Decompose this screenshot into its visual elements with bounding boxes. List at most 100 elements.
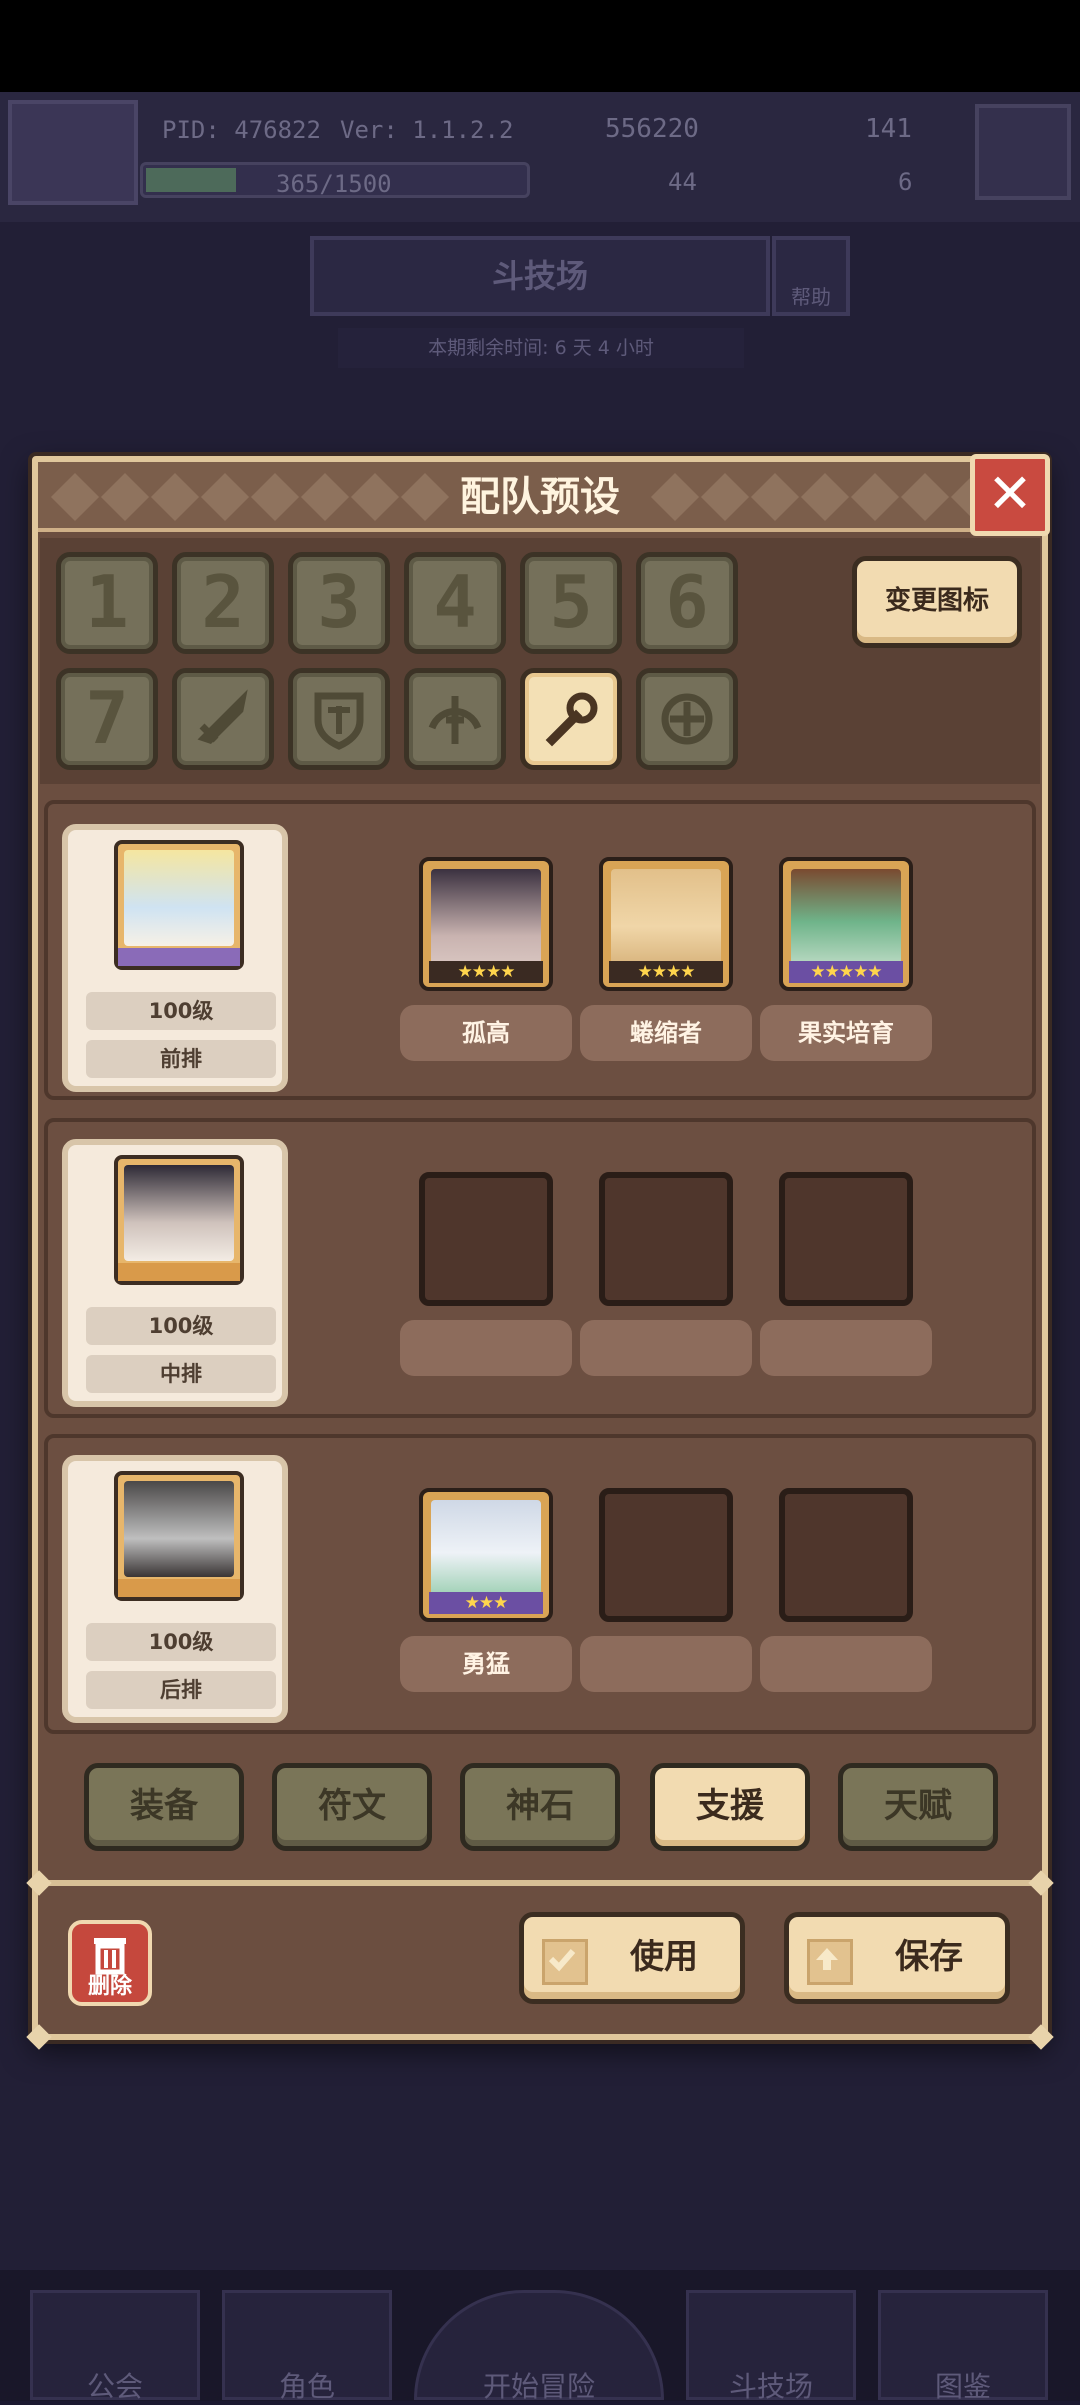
preset-slot-label: 2 [201,560,245,644]
player-id: PID: 476822 [162,116,321,144]
leader-card-back[interactable]: 100级 后排 [62,1455,288,1723]
preset-slot-label: 1 [85,560,129,644]
delete-label: 删除 [87,1974,132,1999]
exp-text: 365/1500 [276,170,392,198]
preset-slot-crossbow[interactable] [404,668,506,770]
settings-button[interactable] [975,104,1071,200]
member-stars: ★★★★ [609,961,723,983]
leader-portrait [114,1155,244,1285]
nav-arena[interactable]: 斗技场 [686,2290,856,2403]
member-card[interactable]: ★★★★★ [779,857,913,991]
member-card[interactable]: ★★★★ [419,857,553,991]
preset-slot-sword[interactable] [172,668,274,770]
footer-divider [38,1880,1042,1886]
tab-equipment[interactable]: 装备 [84,1763,244,1851]
gem-count: 141 [865,114,912,144]
member-stars: ★★★★ [429,961,543,983]
nav-codex-label: 图鉴 [934,2370,991,2403]
empty-member-slot[interactable] [599,1488,733,1622]
empty-name-pill [400,1320,572,1376]
preset-slot-2[interactable]: 2 [172,552,274,654]
leader-level: 100级 [86,1307,276,1345]
save-label: 保存 [895,1937,963,1977]
row-position-label: 后排 [86,1671,276,1709]
member-name: 蜷缩者 [580,1005,752,1061]
season-timer: 本期剩余时间: 6 天 4 小时 [338,328,744,368]
tab-label: 支援 [696,1786,764,1826]
leader-card-front[interactable]: 100级 前排 [62,824,288,1092]
nav-start-label: 开始冒险 [482,2370,595,2403]
upload-icon [807,1939,853,1985]
cross-icon [661,693,713,745]
preset-slot-wrench[interactable] [520,668,622,770]
preset-slot-1[interactable]: 1 [56,552,158,654]
empty-member-slot[interactable] [599,1172,733,1306]
help-button[interactable]: 帮助 [772,236,850,316]
empty-name-pill [760,1636,932,1692]
preset-slot-5[interactable]: 5 [520,552,622,654]
arena-title-banner: 斗技场 [310,236,770,316]
nav-character[interactable]: 角色 [222,2290,392,2403]
check-icon [542,1939,588,1985]
tab-runes[interactable]: 符文 [272,1763,432,1851]
preset-slot-label: 6 [665,560,709,644]
nav-guild-label: 公会 [86,2370,143,2403]
nav-guild[interactable]: 公会 [30,2290,200,2403]
nav-codex[interactable]: 图鉴 [878,2290,1048,2403]
empty-member-slot[interactable] [419,1172,553,1306]
member-stars: ★★★ [429,1592,543,1614]
tab-label: 神石 [506,1786,574,1826]
status-bar [0,0,1080,92]
member-name: 勇猛 [400,1636,572,1692]
tab-label: 符文 [318,1786,386,1826]
nav-character-label: 角色 [278,2370,335,2403]
tab-talent[interactable]: 天赋 [838,1763,998,1851]
tab-support[interactable]: 支援 [650,1763,810,1851]
preset-slot-label: 3 [317,560,361,644]
sword-icon [197,689,248,745]
help-label: 帮助 [791,285,831,309]
arena-title: 斗技场 [491,257,588,295]
change-icon-label: 变更图标 [884,586,989,616]
gold-count: 556220 [605,114,699,144]
crossbow-icon [428,696,482,744]
row-position-label: 前排 [86,1040,276,1078]
preset-slot-6[interactable]: 6 [636,552,738,654]
preset-slot-3[interactable]: 3 [288,552,390,654]
save-button[interactable]: 保存 [784,1912,1010,2004]
wrench-icon [545,692,598,747]
empty-name-pill [760,1320,932,1376]
leader-portrait [114,840,244,970]
exp-bar-fill [146,168,236,192]
preset-slot-label: 7 [85,676,129,760]
preset-slot-cross[interactable] [636,668,738,770]
member-card[interactable]: ★★★ [419,1488,553,1622]
version-text: Ver: 1.1.2.2 [340,116,514,144]
stat-a-count: 44 [668,168,697,196]
member-name: 果实培育 [760,1005,932,1061]
dialog-title: 配队预设 [460,474,620,520]
use-button[interactable]: 使用 [519,1912,745,2004]
empty-member-slot[interactable] [779,1488,913,1622]
stat-b-count: 6 [898,168,913,196]
preset-slot-4[interactable]: 4 [404,552,506,654]
empty-name-pill [580,1320,752,1376]
preset-slot-label: 5 [549,560,593,644]
tab-divine-stone[interactable]: 神石 [460,1763,620,1851]
player-avatar[interactable] [8,100,138,205]
preset-slot-7[interactable]: 7 [56,668,158,770]
member-stars: ★★★★★ [789,961,903,983]
close-button[interactable]: ✕ [970,454,1050,536]
member-name: 孤高 [400,1005,572,1061]
empty-member-slot[interactable] [779,1172,913,1306]
leader-card-middle[interactable]: 100级 中排 [62,1139,288,1407]
close-icon: ✕ [987,462,1033,525]
shield-icon [314,692,364,750]
member-card[interactable]: ★★★★ [599,857,733,991]
change-icon-button[interactable]: 变更图标 [852,556,1022,648]
delete-button[interactable]: 删除 [68,1920,152,2006]
preset-slot-label: 4 [433,560,477,644]
use-label: 使用 [630,1937,698,1977]
preset-slot-shield[interactable] [288,668,390,770]
row-position-label: 中排 [86,1355,276,1393]
